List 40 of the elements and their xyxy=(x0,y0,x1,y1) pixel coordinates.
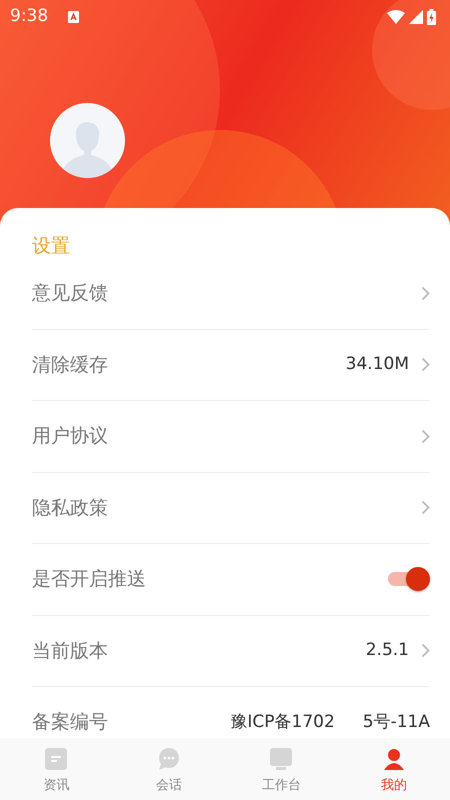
settings-row[interactable]: 用户协议 xyxy=(32,401,430,472)
chat-bubble-icon xyxy=(156,748,181,770)
push-toggle[interactable] xyxy=(386,566,430,592)
tab-item[interactable]: 工作台 xyxy=(225,738,338,800)
keyboard-icon xyxy=(68,11,80,23)
row-value: 豫ICP备1702 5号-11A xyxy=(230,710,430,734)
row-label: 备案编号 xyxy=(32,710,108,735)
document-icon xyxy=(45,748,68,770)
row-label: 意见反馈 xyxy=(32,281,108,306)
row-label: 清除缓存 xyxy=(32,352,108,378)
row-label: 用户协议 xyxy=(32,424,108,449)
monitor-icon xyxy=(270,748,292,770)
row-label: 隐私政策 xyxy=(32,496,108,520)
chevron-icon xyxy=(421,357,430,372)
person-icon xyxy=(382,748,405,770)
settings-row[interactable]: 是否开启推送 xyxy=(32,544,430,616)
section-title: 设置 xyxy=(32,234,71,258)
settings-row[interactable]: 意见反馈 xyxy=(32,258,430,330)
wifi-icon xyxy=(387,10,405,24)
chevron-icon xyxy=(421,500,430,516)
chevron-icon xyxy=(421,286,430,301)
settings-row[interactable]: 清除缓存 34.10M xyxy=(32,330,430,401)
status-time: 9:38 xyxy=(10,5,48,28)
tab-item[interactable]: 我的 xyxy=(338,738,450,800)
tab-label: 资讯 xyxy=(43,777,70,795)
row-label: 当前版本 xyxy=(32,638,108,664)
tab-label: 工作台 xyxy=(262,777,301,795)
row-label: 是否开启推送 xyxy=(32,567,146,592)
row-value: 2.5.1 xyxy=(366,639,409,662)
tab-label: 会话 xyxy=(156,777,182,795)
signal-icon xyxy=(409,10,423,24)
row-value: 34.10M xyxy=(346,353,409,376)
chevron-icon xyxy=(421,643,430,658)
battery-icon xyxy=(427,9,436,25)
settings-row[interactable]: 当前版本 2.5.1 xyxy=(32,616,430,687)
settings-row[interactable]: 隐私政策 xyxy=(32,472,430,544)
tab-label: 我的 xyxy=(380,777,407,795)
chevron-icon xyxy=(421,428,430,444)
tab-item[interactable]: 资讯 xyxy=(0,738,112,800)
tab-item[interactable]: 会话 xyxy=(112,738,225,800)
